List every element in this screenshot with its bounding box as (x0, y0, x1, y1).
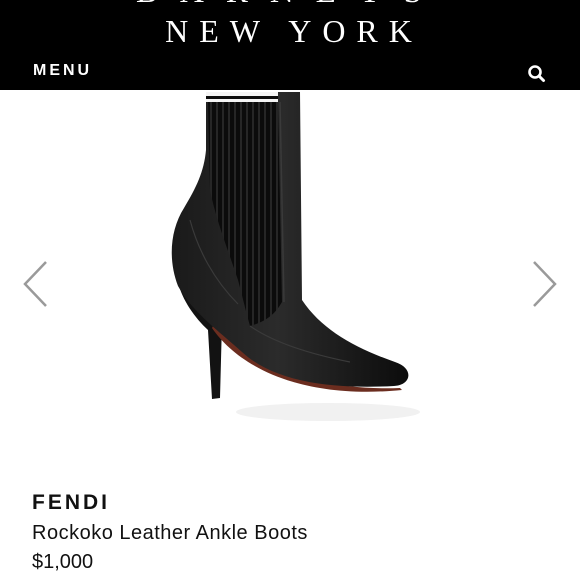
site-header: BARNEYS NEW YORK MENU (0, 0, 580, 90)
search-icon (528, 65, 545, 82)
search-button[interactable] (526, 63, 548, 85)
product-info: FENDI Rockoko Leather Ankle Boots $1,000 (32, 490, 308, 574)
logo-wordmark-bottom[interactable]: NEW YORK (0, 13, 580, 49)
boot-image (171, 92, 420, 421)
product-name: Rockoko Leather Ankle Boots (32, 522, 308, 544)
previous-image-button[interactable] (20, 258, 52, 310)
chevron-left-icon (23, 261, 47, 307)
chevron-right-icon (533, 261, 557, 307)
product-price: $1,000 (32, 551, 94, 573)
product-image[interactable] (150, 90, 430, 460)
product-brand[interactable]: FENDI (32, 490, 308, 516)
product-image-gallery (0, 90, 580, 470)
next-image-button[interactable] (528, 258, 560, 310)
logo-wordmark-top[interactable]: BARNEYS (0, 0, 580, 10)
menu-button[interactable]: MENU (33, 62, 92, 80)
